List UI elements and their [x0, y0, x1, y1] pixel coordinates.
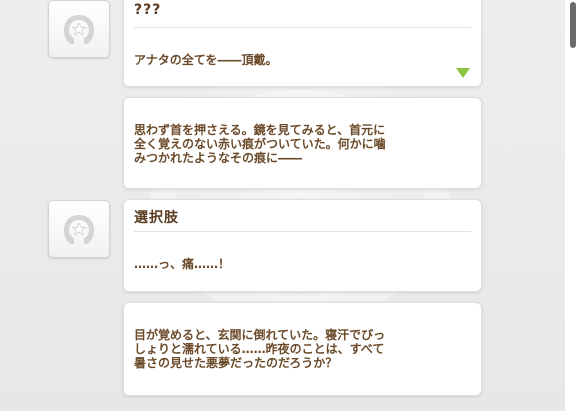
narration-text: 思わず首を押さえる。鏡を見てみると、首元に 全く覚えのない赤い痕がついていた。何… — [134, 123, 386, 165]
choice-text: ……っ、痛……！ — [134, 257, 231, 271]
horseshoe-star-icon — [64, 15, 94, 44]
dialogue-text: アナタの全てを――頂戴。 — [134, 53, 278, 67]
avatar-horseshoe-icon — [48, 200, 110, 258]
choice-bubble: 選択肢 ……っ、痛……！ — [123, 199, 482, 292]
dialogue-log[interactable]: ??? アナタの全てを――頂戴。 思わず首を押さえる。鏡を見てみると、首元に 全… — [0, 0, 565, 411]
avatar-horseshoe-icon — [48, 0, 110, 58]
scrollbar-thumb[interactable] — [570, 2, 576, 48]
horseshoe-star-icon — [64, 215, 94, 244]
speaker-name: ??? — [134, 2, 162, 18]
divider — [134, 231, 471, 232]
next-triangle-icon — [456, 68, 470, 78]
speaker-name: 選択肢 — [134, 210, 179, 226]
divider — [134, 27, 471, 28]
dialogue-bubble: ??? アナタの全てを――頂戴。 — [123, 0, 482, 87]
narration-text: 目が覚めると、玄関に倒れていた。寝汗でびっ しょりと濡れている……昨夜のことは、… — [134, 328, 386, 370]
narration-bubble: 思わず首を押さえる。鏡を見てみると、首元に 全く覚えのない赤い痕がついていた。何… — [123, 97, 482, 189]
scrollbar[interactable] — [565, 0, 581, 411]
narration-bubble: 目が覚めると、玄関に倒れていた。寝汗でびっ しょりと濡れている……昨夜のことは、… — [123, 302, 482, 396]
